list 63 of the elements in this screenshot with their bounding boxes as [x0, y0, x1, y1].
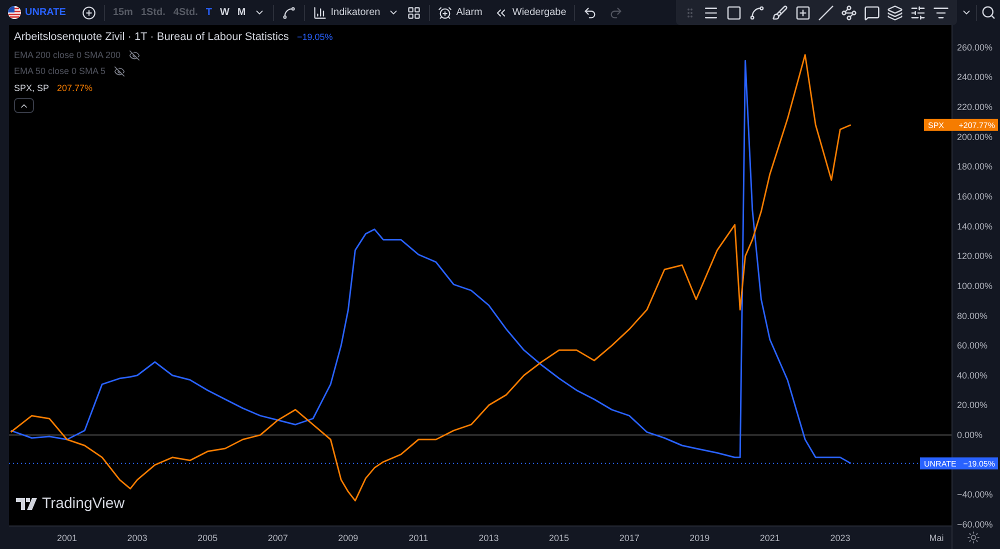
y-axis-label: 80.00% [957, 310, 988, 321]
y-axis-label: 0.00% [957, 430, 983, 440]
price-label: SPX +207.77% [924, 118, 998, 131]
y-axis-label: 220.00% [957, 102, 993, 112]
interval-tab[interactable]: M [233, 0, 250, 24]
x-axis-label: 2007 [268, 533, 288, 543]
settings-icon[interactable] [967, 531, 980, 544]
compare-value: 207.77% [57, 82, 93, 94]
square-plus-icon[interactable] [795, 4, 811, 20]
interval-tab[interactable]: W [216, 0, 234, 24]
y-axis-label: 140.00% [957, 221, 993, 232]
speech-bubble-icon[interactable] [864, 4, 880, 20]
hidden-icon[interactable] [114, 66, 125, 78]
x-axis-label: 2021 [760, 533, 780, 543]
y-axis-label: 160.00% [957, 191, 993, 202]
y-axis-label: −60.00% [957, 520, 993, 530]
interval-tab[interactable]: T [202, 0, 216, 24]
legend-value: −19.05% [296, 30, 333, 44]
y-axis-label: 260.00% [957, 42, 993, 52]
indicators-button[interactable]: Indikatoren [308, 0, 384, 24]
y-axis-label: 60.00% [957, 340, 988, 351]
alarm-clock-icon [438, 6, 452, 20]
y-axis-label: 100.00% [957, 280, 993, 291]
lines-icon[interactable] [703, 4, 719, 20]
x-axis-label: 2009 [338, 533, 358, 543]
filter-lines-icon[interactable] [933, 4, 949, 20]
sliders-icon[interactable] [910, 4, 926, 20]
bar-chart-icon [312, 6, 327, 20]
compare-label: SPX, SP [14, 82, 50, 94]
x-axis-label: 2015 [549, 533, 570, 543]
x-axis-label: 2023 [830, 533, 850, 543]
logo-icon [16, 498, 38, 510]
flag-icon [8, 6, 21, 19]
price-label: UNRATE −19.05% [920, 457, 998, 470]
alarm-button[interactable]: Alarm [434, 0, 486, 24]
y-axis-label: 240.00% [957, 72, 993, 82]
y-axis-label: 180.00% [957, 162, 993, 172]
y-axis-label: −40.00% [957, 490, 993, 500]
x-axis-label: 2001 [56, 533, 77, 543]
curve-icon[interactable] [749, 4, 765, 20]
watermark-text: TradingView [42, 494, 125, 514]
replay-button[interactable]: Wiedergabe [490, 0, 570, 24]
x-axis-label: 2017 [619, 533, 640, 543]
indicator-label: EMA 200 close 0 SMA 200 [14, 48, 121, 62]
layers-icon[interactable] [887, 4, 903, 20]
x-axis-label: 2013 [478, 533, 499, 543]
x-axis-label: 2019 [690, 533, 710, 543]
y-axis-label: 200.00% [957, 132, 993, 142]
x-axis-label: Mai [929, 533, 944, 543]
symbol-button[interactable]: UNRATE [25, 5, 66, 20]
x-axis-label: 2005 [198, 533, 218, 543]
brush-icon[interactable] [772, 4, 788, 20]
legend-title: Arbeitslosenquote Zivil · 1T · Bureau of Labour Statistics [14, 30, 289, 45]
nodes-icon[interactable] [841, 4, 857, 20]
hidden-icon[interactable] [128, 50, 140, 61]
x-axis-label: 2011 [408, 533, 428, 543]
indicator-label: EMA 50 close 0 SMA 5 [14, 65, 106, 78]
y-axis-label: 20.00% [957, 400, 988, 410]
square-icon[interactable] [726, 4, 742, 20]
y-axis-label: 120.00% [957, 251, 993, 262]
y-axis-label: 40.00% [957, 370, 988, 380]
diagonal-line-icon[interactable] [818, 4, 834, 20]
x-axis-label: 2003 [127, 533, 148, 543]
